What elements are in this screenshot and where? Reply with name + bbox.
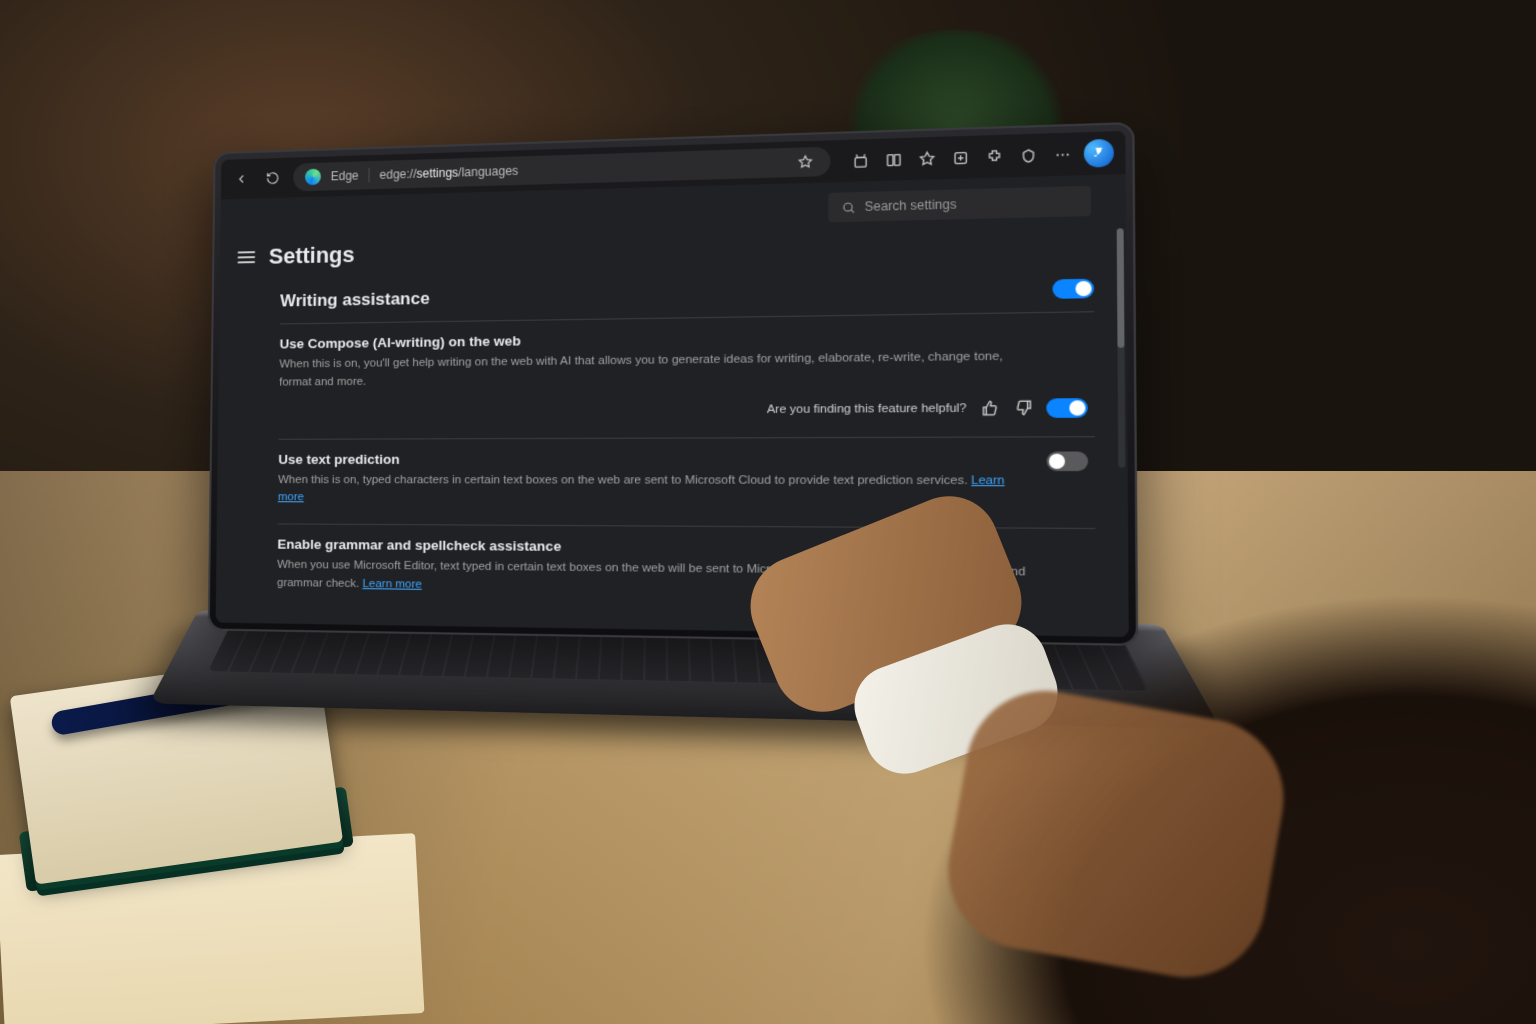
- shopping-icon[interactable]: [848, 148, 872, 172]
- setting-description: When this is on, you'll get help writing…: [279, 348, 1044, 393]
- compose-ai-toggle[interactable]: [1046, 398, 1088, 418]
- setting-title: Use text prediction: [278, 450, 1023, 467]
- refresh-button[interactable]: [262, 167, 284, 190]
- back-button[interactable]: [231, 168, 253, 190]
- learn-more-link[interactable]: Learn more: [362, 578, 422, 591]
- photo-scene: Edge edge://settings/languages: [0, 0, 1536, 1024]
- page-title: Settings: [269, 242, 355, 270]
- writing-assistance-master-toggle[interactable]: [1052, 278, 1094, 298]
- section-title: Writing assistance: [280, 289, 430, 312]
- copilot-bing-button[interactable]: [1084, 139, 1114, 168]
- address-url: edge://settings/languages: [379, 164, 518, 182]
- split-screen-icon[interactable]: [881, 147, 905, 171]
- setting-compose-ai: Use Compose (AI-writing) on the web When…: [279, 311, 1095, 436]
- edge-logo-icon: [305, 169, 321, 185]
- scrollbar-thumb[interactable]: [1117, 228, 1125, 348]
- address-app-label: Edge: [331, 169, 359, 184]
- extensions-icon[interactable]: [981, 144, 1006, 168]
- browser-essentials-icon[interactable]: [1015, 143, 1040, 167]
- setting-title: Use Compose (AI-writing) on the web: [280, 326, 1044, 352]
- thumbs-down-icon[interactable]: [1012, 397, 1035, 419]
- settings-menu-button[interactable]: [238, 251, 256, 263]
- feedback-row: Are you finding this feature helpful?: [279, 397, 1088, 423]
- toolbar-actions: [848, 139, 1114, 175]
- setting-description: When this is on, typed characters in cer…: [278, 472, 1024, 511]
- search-icon: [841, 200, 855, 214]
- thumbs-up-icon[interactable]: [978, 397, 1001, 419]
- address-divider: [368, 168, 369, 182]
- favorite-star-icon[interactable]: [793, 150, 817, 174]
- text-prediction-toggle[interactable]: [1047, 451, 1089, 471]
- feedback-prompt: Are you finding this feature helpful?: [767, 402, 967, 416]
- settings-search-placeholder: Search settings: [865, 197, 957, 214]
- favorites-icon[interactable]: [914, 146, 939, 170]
- collections-icon[interactable]: [948, 145, 973, 169]
- more-menu-icon[interactable]: [1049, 142, 1074, 166]
